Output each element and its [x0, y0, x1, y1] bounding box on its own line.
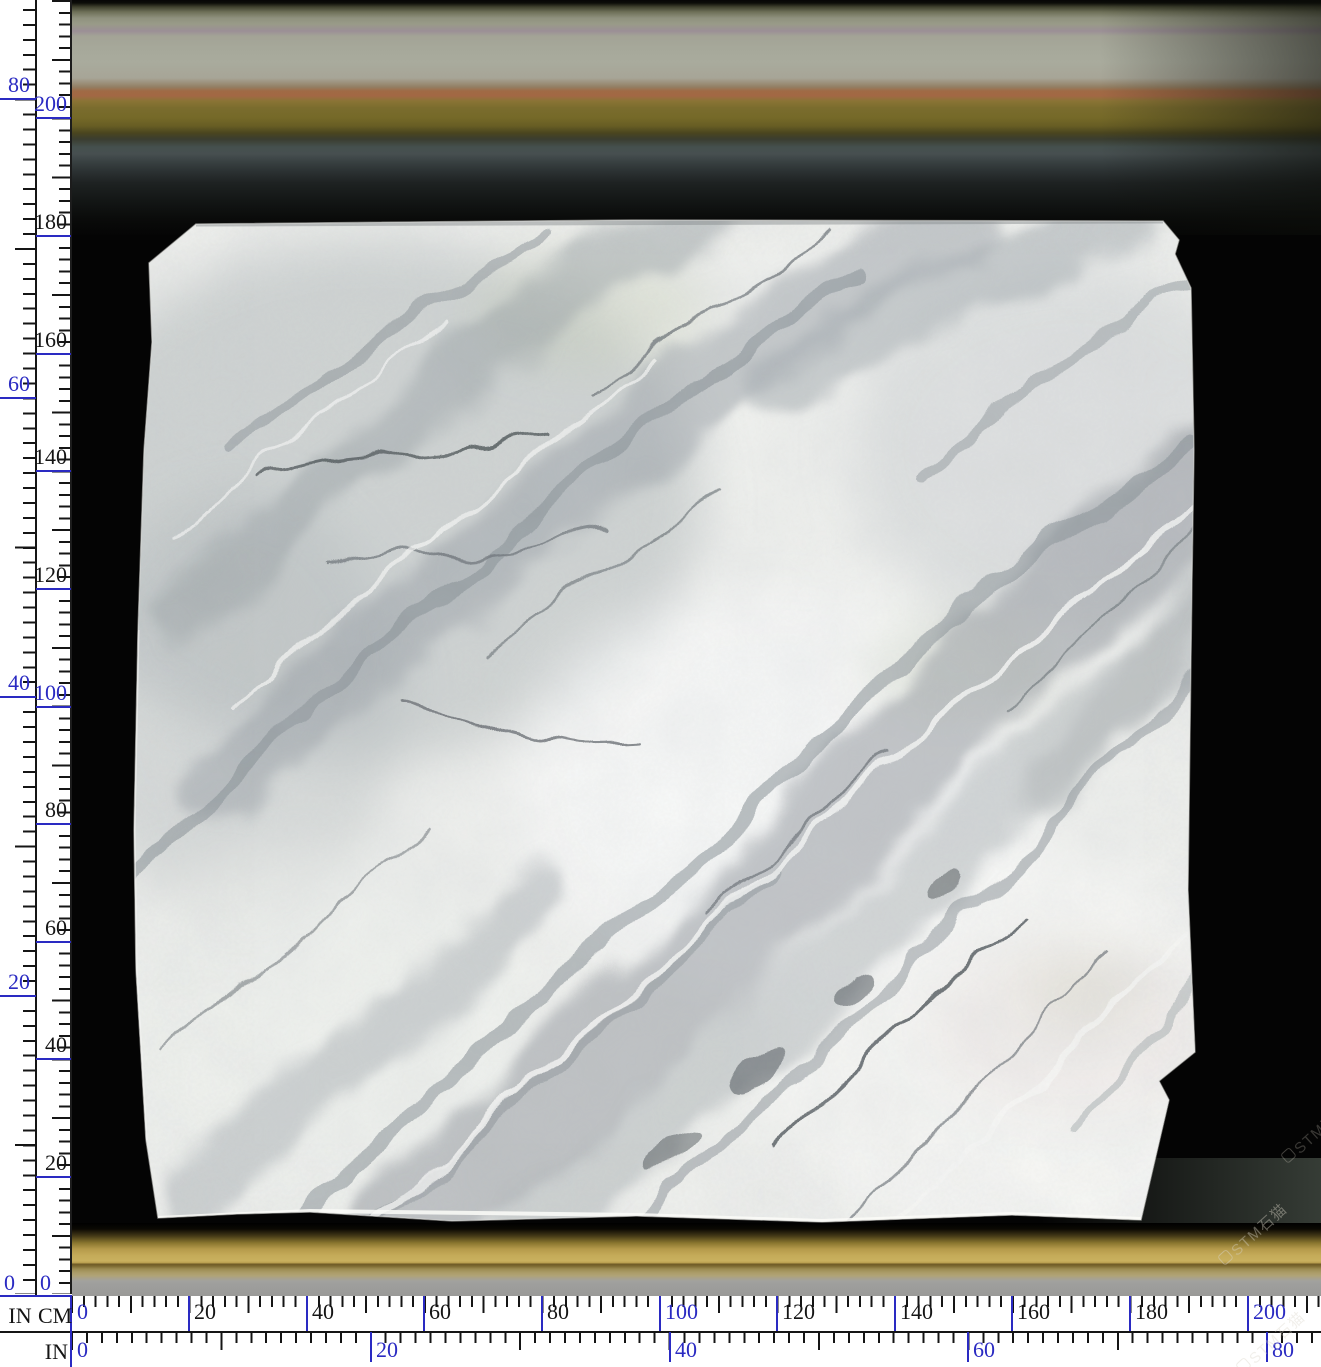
- cm-mark-line: [36, 1058, 71, 1060]
- ruler-label: 160: [1017, 1301, 1050, 1323]
- ruler-label: 0: [40, 1272, 51, 1294]
- ruler-label: 0: [77, 1339, 88, 1361]
- cm-mark-line: [36, 706, 71, 708]
- ruler-label: 20: [194, 1301, 216, 1323]
- cm-mark-line: [36, 353, 71, 355]
- cm-mark-line: [659, 1296, 661, 1331]
- ruler-label: 80: [33, 799, 67, 821]
- ruler-label: 160: [33, 329, 67, 351]
- ruler-label: 40: [33, 1034, 67, 1056]
- in-mark-line: [0, 98, 36, 100]
- unit-label-inches: IN: [6, 1305, 34, 1327]
- cm-mark-line: [36, 941, 71, 943]
- in-mark-line: [669, 1332, 671, 1362]
- ruler-label: 0: [4, 1272, 15, 1294]
- cm-mark-line: [776, 1296, 778, 1331]
- marble-slab-image: [72, 150, 1321, 1255]
- cm-mark-line: [1247, 1296, 1249, 1331]
- ruler-label: 40: [312, 1301, 334, 1323]
- ruler-label: 140: [900, 1301, 933, 1323]
- ruler-label: 100: [665, 1301, 698, 1323]
- ruler-label: 80: [0, 74, 30, 96]
- cm-mark-line: [306, 1296, 308, 1331]
- ruler-label: 120: [782, 1301, 815, 1323]
- ruler-label: 60: [33, 917, 67, 939]
- ruler-label: 60: [973, 1339, 995, 1361]
- ruler-label: 180: [1135, 1301, 1168, 1323]
- in-mark-line: [0, 696, 36, 698]
- unit-label-centimeters: CM: [38, 1305, 68, 1327]
- ruler-label: 20: [0, 971, 30, 993]
- cm-mark-line: [1011, 1296, 1013, 1331]
- ruler-label: 20: [33, 1152, 67, 1174]
- ruler-label: 200: [33, 93, 67, 115]
- corner-zero-line-horizontal: [0, 1295, 72, 1297]
- ruler-label: 120: [33, 564, 67, 586]
- in-mark-line: [370, 1332, 372, 1362]
- cm-mark-line: [188, 1296, 190, 1331]
- ruler-label: 80: [547, 1301, 569, 1323]
- ruler-label: 180: [33, 211, 67, 233]
- slab-scan-page: 80 60 40 20 0 200 180 160 140 120 100 80…: [0, 0, 1321, 1367]
- cm-mark-line: [541, 1296, 543, 1331]
- ruler-label: 20: [376, 1339, 398, 1361]
- cm-mark-line: [36, 117, 71, 119]
- ruler-label: 0: [77, 1301, 88, 1323]
- ruler-label: 40: [0, 672, 30, 694]
- left-ruler-centimeters: [36, 0, 71, 1294]
- left-ruler-inches: [0, 0, 36, 1294]
- cm-mark-line: [36, 470, 71, 472]
- ruler-label: 140: [33, 446, 67, 468]
- ruler-label: 60: [0, 373, 30, 395]
- in-mark-line: [967, 1332, 969, 1362]
- ruler-label: 60: [429, 1301, 451, 1323]
- cm-mark-line: [36, 823, 71, 825]
- cm-mark-line: [36, 588, 71, 590]
- ruler-label: 40: [675, 1339, 697, 1361]
- cm-mark-line: [423, 1296, 425, 1331]
- unit-label-inches-row2: IN: [38, 1341, 68, 1363]
- in-mark-line: [0, 397, 36, 399]
- cm-mark-line: [36, 1176, 71, 1178]
- in-mark-line: [0, 995, 36, 997]
- cm-mark-line: [36, 235, 71, 237]
- cm-mark-line: [1129, 1296, 1131, 1331]
- cm-mark-line: [894, 1296, 896, 1331]
- ruler-label: 100: [33, 682, 67, 704]
